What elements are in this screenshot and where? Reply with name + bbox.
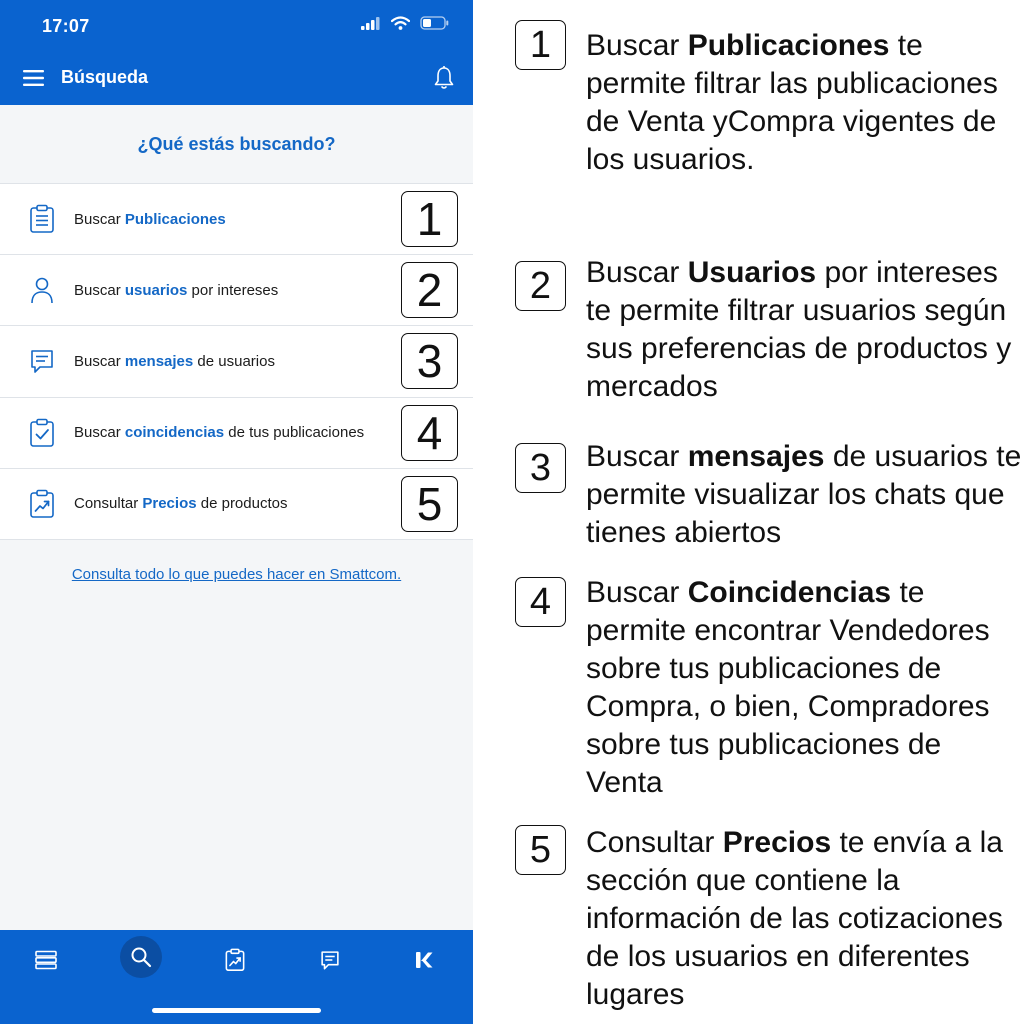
option-check-prices[interactable]: Consultar Precios de productos 5: [0, 469, 473, 540]
nav-messages-button[interactable]: [310, 940, 350, 980]
explanation-text: Buscar Publicaciones te permite filtrar …: [586, 29, 998, 176]
nav-prices-button[interactable]: [215, 940, 255, 980]
option-search-publications[interactable]: Buscar Publicaciones 1: [0, 184, 473, 256]
option-label: Consultar Precios de productos: [74, 495, 288, 513]
option-label: Buscar coincidencias de tus publicacione…: [74, 424, 365, 442]
page-title: Búsqueda: [61, 67, 149, 87]
phone-screen: 17:07 Búsqueda ¿Qué estás buscando? Busc…: [0, 0, 473, 1024]
explanation-text: Consultar Precios te envía a la sección …: [586, 826, 1003, 1011]
home-indicator: [152, 1008, 321, 1013]
option-search-messages[interactable]: Buscar mensajes de usuarios 3: [0, 326, 473, 398]
nav-search-button[interactable]: [120, 936, 162, 978]
callout-number-box: 1: [401, 191, 458, 248]
explanation-number-box: 4: [515, 577, 566, 627]
battery-icon: [420, 16, 449, 30]
top-app-bar: 17:07 Búsqueda: [0, 0, 473, 105]
notification-bell-icon[interactable]: [433, 65, 455, 91]
clipboard-list-icon: [30, 204, 54, 233]
message-icon: [321, 951, 339, 970]
search-options-list: Buscar Publicaciones 1 Buscar usuarios p…: [0, 183, 473, 540]
option-search-users[interactable]: Buscar usuarios por intereses 2: [0, 255, 473, 327]
list-icon: [35, 950, 57, 970]
user-icon: [31, 277, 53, 304]
clipboard-chart-icon: [30, 489, 54, 518]
explanation-panel: 1 Buscar Publicaciones te permite filtra…: [473, 0, 1030, 1024]
clipboard-chart-icon: [225, 948, 245, 971]
k-logo-icon: [416, 952, 433, 968]
callout-number-box: 5: [401, 475, 458, 532]
callout-number-box: 3: [401, 333, 458, 390]
search-icon: [131, 947, 152, 968]
explanation-number-box: 5: [515, 825, 566, 875]
callout-number-box: 4: [401, 404, 458, 461]
help-link[interactable]: Consulta todo lo que puedes hacer en Sma…: [0, 566, 473, 583]
option-label: Buscar mensajes de usuarios: [74, 352, 275, 370]
signal-icon: [361, 17, 380, 30]
nav-profile-button[interactable]: [404, 940, 444, 980]
message-icon: [31, 350, 53, 374]
explanation-text: Buscar Usuarios por intereses te permite…: [586, 256, 1012, 403]
explanation-text: Buscar mensajes de usuarios te permite v…: [586, 440, 1022, 549]
callout-number-box: 2: [401, 262, 458, 319]
explanation-number-box: 1: [515, 20, 566, 70]
option-label: Buscar usuarios por intereses: [74, 281, 279, 299]
explanation-number-box: 2: [515, 261, 566, 311]
status-time: 17:07: [42, 16, 90, 36]
explanation-number-box: 3: [515, 443, 566, 493]
hamburger-menu-icon[interactable]: [22, 68, 46, 88]
explanation-text: Buscar Coincidencias te permite encontra…: [586, 576, 990, 799]
clipboard-check-icon: [30, 418, 54, 447]
nav-list-button[interactable]: [26, 940, 66, 980]
status-icons: [361, 16, 449, 30]
option-label: Buscar Publicaciones: [74, 210, 226, 228]
wifi-icon: [391, 16, 410, 30]
search-prompt-heading: ¿Qué estás buscando?: [137, 133, 336, 154]
option-search-matches[interactable]: Buscar coincidencias de tus publicacione…: [0, 398, 473, 469]
